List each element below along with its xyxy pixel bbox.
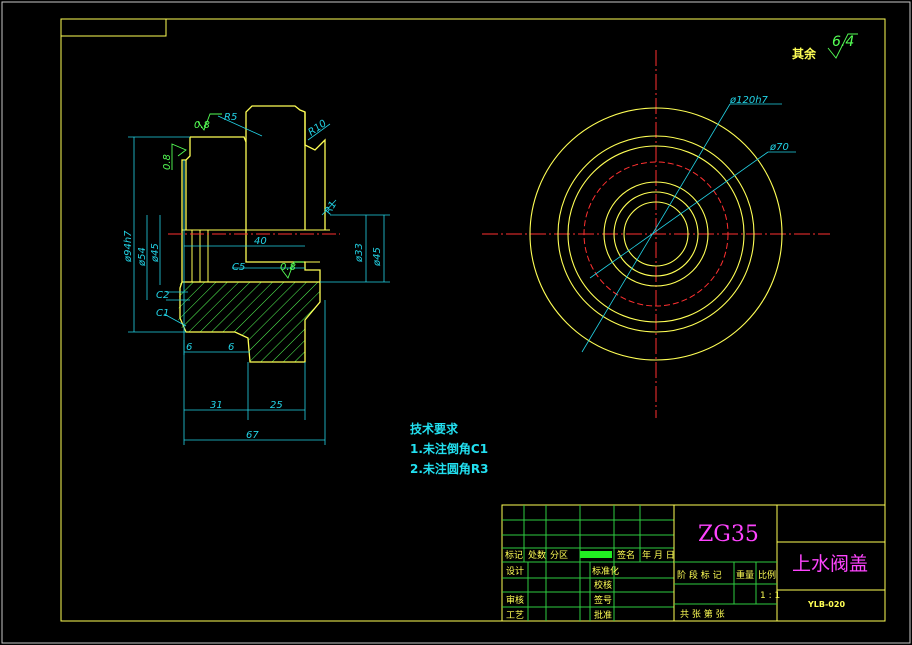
tb-standard: 标准化 [592, 565, 619, 577]
tb-zone: 分区 [550, 550, 568, 561]
dim-d33: ø33 [354, 243, 365, 263]
tb-sign: 签名 [617, 549, 635, 561]
dim-25: 25 [270, 400, 283, 411]
dim-d120: ø120h7 [729, 95, 769, 106]
material: ZG35 [698, 522, 759, 547]
tb-count: 处数 [528, 549, 546, 561]
dim-d45a: ø45 [150, 243, 161, 263]
dim-67: 67 [246, 430, 259, 441]
roughness-left: 0.8 [162, 154, 173, 170]
corner-label-box [60, 18, 167, 37]
outer-border [1, 1, 911, 644]
dim-r10: R10 [306, 118, 328, 138]
tb-scale: 比例 [758, 569, 776, 581]
dim-c1: C1 [156, 308, 169, 319]
notes-item-1: 1.未注倒角C1 [410, 441, 488, 456]
tb-doc-no: 签号 [594, 594, 612, 606]
dim-d54: ø54 [137, 247, 148, 267]
drawing-no: YLB-020 [807, 600, 845, 609]
notes-item-2: 2.未注圆角R3 [410, 461, 489, 476]
tb-date: 年 月 日 [642, 549, 675, 561]
part-name: 上水阀盖 [792, 553, 868, 575]
dim-6b: 6 [228, 342, 234, 353]
cad-drawing: R5 R10 R1 ø94h7 ø54 ø45 ø33 ø45 40 C5 C2… [1, 1, 911, 644]
tb-approve: 批准 [594, 609, 612, 621]
dim-r5: R5 [224, 112, 237, 123]
dim-d94: ø94h7 [123, 230, 134, 263]
notes-title: 技术要求 [410, 421, 459, 436]
roughness-top: 0.8 [194, 120, 210, 131]
tb-stage: 阶 段 标 记 [677, 569, 722, 581]
tb-weight: 重量 [736, 569, 754, 581]
dim-6a: 6 [186, 342, 192, 353]
rest-roughness: 6.4 [832, 34, 854, 50]
tb-sheets: 共 张 第 张 [680, 608, 725, 620]
dim-d70: ø70 [769, 142, 789, 153]
tb-mark: 标记 [505, 549, 523, 561]
tb-craft: 工艺 [506, 610, 524, 621]
roughness-bore: 0.8 [280, 262, 296, 273]
tb-proof: 校核 [594, 579, 612, 591]
tb-scale-value: 1 : 1 [760, 591, 780, 601]
dim-c5: C5 [232, 262, 245, 273]
tb-design: 设计 [506, 565, 524, 577]
dim-d45b: ø45 [372, 247, 383, 267]
dim-31: 31 [210, 400, 223, 411]
tb-review: 审核 [506, 594, 524, 606]
dim-c2: C2 [156, 290, 169, 301]
dim-40: 40 [254, 236, 267, 247]
rest-label: 其余 [792, 46, 817, 61]
plan-view [482, 50, 830, 418]
